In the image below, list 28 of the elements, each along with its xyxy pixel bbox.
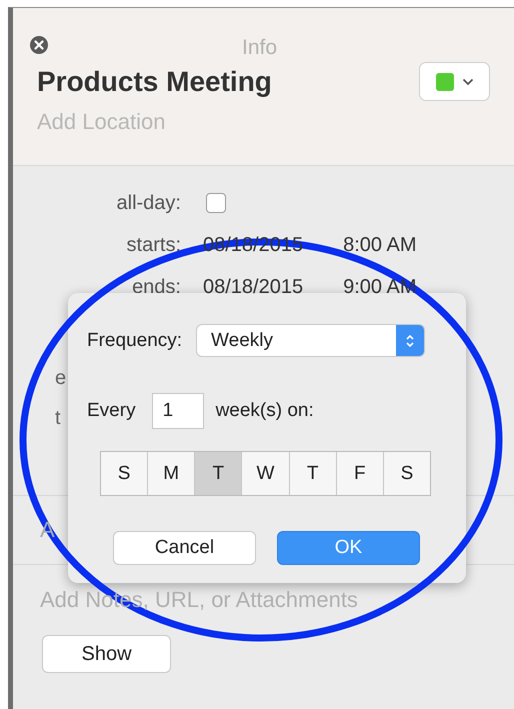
ends-label: ends:	[131, 276, 181, 298]
time-field[interactable]: 8:00 AM	[343, 234, 416, 256]
frequency-select[interactable]: Weekly	[196, 324, 426, 357]
row-label: e	[55, 366, 66, 390]
all-day-checkbox[interactable]	[206, 193, 226, 213]
weekday-toggle[interactable]: S	[382, 452, 430, 495]
cancel-button[interactable]: Cancel	[113, 531, 256, 565]
window-title: Info	[240, 36, 278, 60]
weekday-toggle[interactable]: S	[101, 452, 148, 495]
unit-label: week(s) on:	[216, 400, 314, 422]
row-label: t	[55, 406, 61, 430]
all-day-label: all-day:	[116, 192, 181, 214]
date-field[interactable]: 08/18/2015	[203, 276, 304, 298]
updown-icon	[405, 332, 416, 348]
close-icon[interactable]	[29, 35, 49, 55]
show-button[interactable]: Show	[42, 635, 171, 673]
weekday-toggle[interactable]: F	[336, 452, 383, 495]
every-label: Every	[87, 400, 136, 422]
event-title[interactable]: Products Meeting	[37, 66, 272, 98]
frequency-label: Frequency:	[87, 330, 182, 352]
calendar-color-button[interactable]	[419, 62, 490, 101]
interval-field[interactable]: 1	[152, 393, 204, 429]
weekday-toggle[interactable]: T	[288, 452, 336, 495]
weekday-toggle[interactable]: T	[194, 452, 242, 495]
weekday-toggle[interactable]: M	[147, 452, 194, 495]
weekday-toggle[interactable]: W	[241, 452, 289, 495]
chevron-down-icon	[462, 78, 474, 86]
starts-label: starts:	[126, 234, 181, 256]
